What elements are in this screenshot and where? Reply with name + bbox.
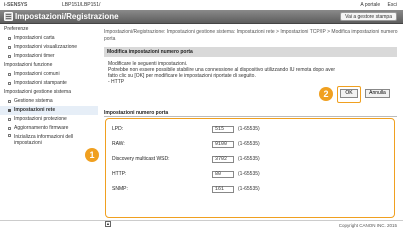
field-row-wsd: Discovery multicast WSD: 3702 (1-65535) [112,155,260,163]
wsd-port-input[interactable]: 3702 [212,155,234,163]
brand-logo: i-SENSYS [4,2,28,8]
sidebar-item-label: Impostazioni visualizzazione [14,44,78,50]
bullet-icon [8,82,11,85]
sidebar-item-label: Impostazioni protezione [14,116,67,122]
sidebar-item-paper[interactable]: Impostazioni carta [0,34,98,43]
field-label: SNMP: [112,186,128,192]
footer: Copyright CANON INC. 2015 [0,220,403,230]
top-bar: i-SENSYS LBP151/LBP151/ A portale Esci [0,0,403,10]
sidebar-item-printer[interactable]: Impostazioni stampante [0,79,98,88]
settings-icon [4,12,13,21]
step-1-badge: 1 [85,148,99,162]
top-links: A portale Esci [354,0,397,10]
sidebar-item-timer[interactable]: Impostazioni timer [0,52,98,61]
bullet-icon [8,100,11,103]
field-row-http: HTTP: 80 (1-65535) [112,170,260,178]
bullet-icon [8,46,11,49]
sidebar-item-firmware[interactable]: Aggiornamento firmware [0,124,98,133]
bullet-icon [8,127,11,130]
sidebar-item-label: Impostazioni carta [14,35,55,41]
sidebar-item-security[interactable]: Impostazioni protezione [0,115,98,124]
page-heading: Impostazioni/Registrazione [15,12,119,21]
sidebar-item-common[interactable]: Impostazioni comuni [0,70,98,79]
main-content: Impostazioni/Registrazione: Impostazioni… [100,25,403,227]
field-row-snmp: SNMP: 161 (1-65535) [112,185,260,193]
field-label: LPD: [112,126,124,132]
field-label: HTTP: [112,171,127,177]
field-range: (1-65535) [238,126,260,132]
bullet-icon [8,118,11,121]
field-range: (1-65535) [238,171,260,177]
sidebar-item-display[interactable]: Impostazioni visualizzazione [0,43,98,52]
field-label: Discovery multicast WSD: [112,156,170,162]
raw-port-input[interactable]: 9100 [212,140,234,148]
sidebar-section-system: Impostazioni gestione sistema [4,89,71,95]
breadcrumb: Impostazioni/Registrazione: Impostazioni… [104,29,398,42]
message-line: - HTTP [108,79,125,85]
message-line: Potrebbe non essere possibile stabilire … [108,67,336,79]
field-label: RAW: [112,141,125,147]
logout-link[interactable]: Esci [388,2,397,8]
sidebar-item-label: Impostazioni stampante [14,80,67,86]
http-port-input[interactable]: 80 [212,170,234,178]
model-name: LBP151/LBP151/ [62,2,101,8]
port-settings-group: LPD: 515 (1-65535) RAW: 9100 (1-65535) D… [105,118,395,218]
sidebar-item-label: Impostazioni comuni [14,71,60,77]
sidebar-item-label: Gestione sistema [14,98,53,104]
field-range: (1-65535) [238,141,260,147]
field-row-lpd: LPD: 515 (1-65535) [112,125,260,133]
page-title: Modifica impostazioni numero porta [104,47,397,57]
sidebar-item-label: Impostazioni timer [14,53,55,59]
lpd-port-input[interactable]: 515 [212,125,234,133]
sidebar-item-system-management[interactable]: Gestione sistema [0,97,98,106]
sidebar-section-preferences: Preferenze [4,26,29,32]
info-message: Modificare le seguenti impostazioni. Pot… [108,61,338,85]
step-2-badge: 2 [319,87,333,101]
snmp-port-input[interactable]: 161 [212,185,234,193]
portal-link[interactable]: A portale [360,2,380,8]
sidebar-item-reset[interactable]: Inizializza informazioni dell impostazio… [0,133,98,147]
sidebar-item-label: Aggiornamento firmware [14,125,69,131]
bullet-icon [8,109,11,112]
section-title: Impostazioni numero porta [104,110,397,117]
field-range: (1-65535) [238,156,260,162]
sidebar-item-label: Inizializza informazioni dell impostazio… [13,134,74,146]
field-range: (1-65535) [238,186,260,192]
bullet-icon [8,73,11,76]
field-row-raw: RAW: 9100 (1-65535) [112,140,260,148]
sidebar-item-label: Impostazioni rete [14,107,56,113]
title-bar: Impostazioni/Registrazione Vai a gestore… [0,10,403,24]
bullet-icon [8,134,11,137]
sidebar-section-functions: Impostazioni funzione [4,62,53,68]
ok-highlight [337,86,361,103]
bullet-icon [8,37,11,40]
sidebar-item-network[interactable]: Impostazioni rete [0,106,98,115]
sidebar: Preferenze Impostazioni carta Impostazio… [0,25,98,220]
back-to-manager-button[interactable]: Vai a gestore stampa [340,12,397,21]
bullet-icon [8,55,11,58]
cancel-button[interactable]: Annulla [365,89,390,98]
